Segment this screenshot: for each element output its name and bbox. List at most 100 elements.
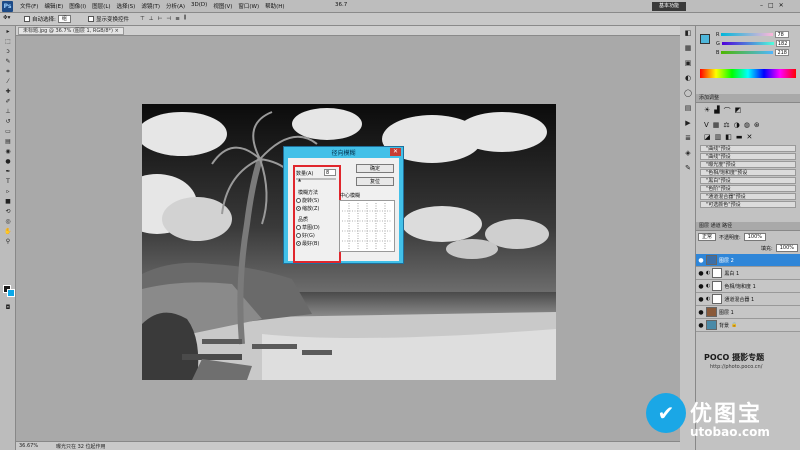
marquee-tool-icon[interactable]: ⬚ (2, 37, 14, 46)
distribute-icon[interactable]: ≡ (175, 16, 180, 22)
quick-select-tool-icon[interactable]: ✎ (2, 57, 14, 66)
curves-icon[interactable]: ⌒ (724, 106, 731, 116)
healing-tool-icon[interactable]: ✚ (2, 87, 14, 96)
align-left-icon[interactable]: ⊢ (158, 16, 163, 22)
preset-curves-1[interactable]: "曲线"预设 (700, 145, 796, 152)
eye-icon[interactable]: ● (698, 270, 704, 277)
show-transform-checkbox[interactable] (88, 16, 94, 22)
lasso-tool-icon[interactable]: ↄ (2, 47, 14, 56)
menu-edit[interactable]: 编辑(E) (44, 2, 63, 10)
color-swatch[interactable] (700, 34, 710, 44)
swatches-panel-icon[interactable]: ▦ (682, 44, 694, 56)
gradient-tool-icon[interactable]: ▤ (2, 137, 14, 146)
zoom-tool-icon[interactable]: ⚲ (2, 237, 14, 246)
layer-row[interactable]: ● ◐ 色相/饱和度 1 (696, 280, 800, 293)
menu-view[interactable]: 视图(V) (213, 2, 232, 10)
background-color-swatch[interactable] (7, 289, 15, 297)
align-top-icon[interactable]: ⊤ (140, 16, 145, 22)
move-tool-icon[interactable]: ▸ (2, 27, 14, 36)
menu-analysis[interactable]: 分析(A) (166, 2, 185, 10)
auto-select-dropdown[interactable]: 组 (57, 15, 71, 23)
menu-3d[interactable]: 3D(D) (191, 2, 207, 10)
preset-curves-2[interactable]: "曲线"预设 (700, 153, 796, 160)
styles-panel-icon[interactable]: ▣ (682, 59, 694, 71)
blur-center-preview[interactable] (339, 200, 395, 252)
exposure-icon[interactable]: ◩ (735, 106, 742, 116)
color-panel-icon[interactable]: ◧ (682, 29, 694, 41)
3d-orbit-tool-icon[interactable]: ◎ (2, 217, 14, 226)
blend-mode-select[interactable]: 正常 (698, 233, 717, 241)
paths-panel-icon[interactable]: ✎ (682, 164, 694, 176)
workspace-button[interactable]: 基本功能 (652, 2, 686, 11)
layer-row[interactable]: ● ◐ 黑白 1 (696, 267, 800, 280)
eye-icon[interactable]: ● (698, 309, 704, 316)
blur-tool-icon[interactable]: ◉ (2, 147, 14, 156)
quality-good-option[interactable]: 好(G) (296, 232, 315, 239)
amount-slider[interactable] (296, 178, 336, 180)
zoom-select[interactable]: 36.7 (335, 2, 347, 8)
quality-draft-option[interactable]: 草图(D) (296, 224, 320, 231)
threshold-icon[interactable]: ◧ (725, 133, 732, 141)
method-zoom-option[interactable]: 缩放(Z) (296, 205, 319, 212)
pen-tool-icon[interactable]: ✒ (2, 167, 14, 176)
layer-row[interactable]: ● ◐ 通道混合器 1 (696, 293, 800, 306)
actions-panel-icon[interactable]: ▶ (682, 119, 694, 131)
status-zoom[interactable]: 36.67% (19, 443, 38, 449)
channels-panel-icon[interactable]: ◈ (682, 149, 694, 161)
close-button[interactable]: ✕ (779, 2, 784, 9)
layers-panel-icon[interactable]: ≣ (682, 134, 694, 146)
menu-filter[interactable]: 滤镜(T) (141, 2, 160, 10)
masks-panel-icon[interactable]: ◯ (682, 89, 694, 101)
minimize-button[interactable]: – (760, 2, 763, 9)
layer-row[interactable]: ● 背景 🔒 (696, 319, 800, 332)
invert-icon[interactable]: ◪ (704, 133, 711, 141)
eyedropper-tool-icon[interactable]: ⁄ (2, 77, 14, 86)
menu-layer[interactable]: 图层(L) (92, 2, 110, 10)
reset-button[interactable]: 复位 (356, 177, 394, 186)
quick-mask-icon[interactable]: ◘ (2, 303, 14, 312)
hand-tool-icon[interactable]: ✋ (2, 227, 14, 236)
3d-rotate-tool-icon[interactable]: ⟲ (2, 207, 14, 216)
menu-help[interactable]: 帮助(H) (265, 2, 284, 10)
channel-mixer-icon[interactable]: ⊛ (754, 121, 760, 129)
black-white-icon[interactable]: ◑ (734, 121, 740, 129)
quality-draft-radio[interactable] (296, 225, 301, 230)
fill-input[interactable]: 100% (775, 244, 798, 252)
align-middle-icon[interactable]: ⊥ (149, 16, 154, 22)
shape-tool-icon[interactable]: ■ (2, 197, 14, 206)
eye-icon[interactable]: ● (698, 296, 704, 303)
align-center-icon[interactable]: ⊣ (166, 16, 171, 22)
photo-filter-icon[interactable]: ◍ (744, 121, 750, 129)
layer-row[interactable]: ● 图层 2 (696, 254, 800, 267)
quality-best-option[interactable]: 最好(B) (296, 240, 319, 247)
preset-levels[interactable]: "色阶"预设 (700, 185, 796, 192)
preset-selective-color[interactable]: "可选颜色"预设 (700, 201, 796, 208)
adjustments-panel-icon[interactable]: ◐ (682, 74, 694, 86)
method-zoom-radio[interactable] (296, 206, 301, 211)
distribute-h-icon[interactable]: ⫼ (184, 15, 187, 22)
red-value[interactable]: 78 (775, 31, 790, 38)
color-spectrum[interactable] (700, 69, 796, 78)
auto-select-checkbox[interactable] (24, 16, 30, 22)
preset-hue-saturation[interactable]: "色相/饱和度"预设 (700, 169, 796, 176)
ok-button[interactable]: 确定 (356, 164, 394, 173)
path-select-tool-icon[interactable]: ▹ (2, 187, 14, 196)
maximize-button[interactable]: □ (768, 2, 774, 9)
blue-value[interactable]: 218 (775, 49, 790, 56)
menu-select[interactable]: 选择(S) (117, 2, 136, 10)
dodge-tool-icon[interactable]: ● (2, 157, 14, 166)
stamp-tool-icon[interactable]: ⊥ (2, 107, 14, 116)
color-balance-icon[interactable]: ⚖ (723, 121, 729, 129)
red-slider[interactable] (721, 33, 774, 36)
layer-row[interactable]: ● 图层 1 (696, 306, 800, 319)
eye-icon[interactable]: ● (698, 283, 704, 290)
brightness-icon[interactable]: ☀ (704, 106, 710, 116)
levels-icon[interactable]: ▟ (714, 106, 719, 116)
method-spin-option[interactable]: 旋转(S) (296, 197, 319, 204)
eye-icon[interactable]: ● (698, 322, 704, 329)
eye-icon[interactable]: ● (698, 257, 704, 264)
slider-thumb-icon[interactable]: ▲ (298, 177, 301, 182)
posterize-icon[interactable]: ▥ (715, 133, 722, 141)
blue-slider[interactable] (721, 51, 774, 54)
quality-good-radio[interactable] (296, 233, 301, 238)
